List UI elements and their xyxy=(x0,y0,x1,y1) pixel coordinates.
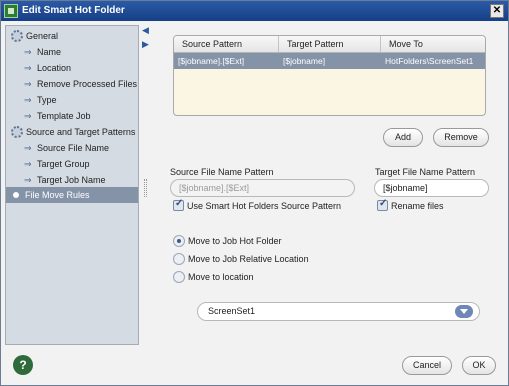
tree-item-general[interactable]: General xyxy=(6,28,138,44)
source-pattern-label: Source File Name Pattern xyxy=(170,167,274,177)
use-smart-source-pattern-checkbox[interactable] xyxy=(173,198,184,211)
arrow-right-icon: ⇒ xyxy=(24,79,32,89)
splitter-grip[interactable] xyxy=(144,179,147,197)
title-bar: Edit Smart Hot Folder ✕ xyxy=(1,1,508,21)
tree-item-file-move-rules[interactable]: File Move Rules xyxy=(6,187,138,203)
arrow-right-icon: ⇒ xyxy=(24,95,32,105)
expand-right-icon[interactable]: ▶ xyxy=(142,37,152,51)
source-pattern-input[interactable]: [$jobname].[$Ext] xyxy=(170,179,355,197)
table-cell: [$jobname].[$Ext] xyxy=(178,56,245,66)
tree-item-name[interactable]: ⇒ Name xyxy=(6,44,138,60)
tree-item-source-file-name[interactable]: ⇒ Source File Name xyxy=(6,140,138,156)
tree-item-label: Target Job Name xyxy=(37,175,106,185)
close-button[interactable]: ✕ xyxy=(490,4,504,18)
move-to-job-hot-folder-radio[interactable] xyxy=(173,235,185,247)
tree-item-label: Type xyxy=(37,95,57,105)
tree-item-label: Source File Name xyxy=(37,143,110,153)
arrow-right-icon: ⇒ xyxy=(24,143,32,153)
table-row[interactable]: [$jobname].[$Ext] [$jobname] HotFolders\… xyxy=(174,53,485,69)
move-to-job-relative-location-label: Move to Job Relative Location xyxy=(188,254,309,264)
add-button[interactable]: Add xyxy=(383,128,423,147)
settings-tree: General ⇒ Name ⇒ Location ⇒ Remove Proce… xyxy=(5,25,139,345)
tree-item-label: Remove Processed Files xyxy=(37,79,138,89)
chevron-down-icon[interactable] xyxy=(455,305,473,318)
tree-item-label: General xyxy=(26,31,59,41)
tree-item-label: Name xyxy=(37,47,62,57)
gear-icon xyxy=(11,30,23,42)
cancel-button[interactable]: Cancel xyxy=(402,356,452,375)
collapse-left-icon[interactable]: ◀ xyxy=(142,23,152,37)
tree-item-target-job-name[interactable]: ⇒ Target Job Name xyxy=(6,172,138,188)
arrow-right-icon: ⇒ xyxy=(24,159,32,169)
target-pattern-label: Target File Name Pattern xyxy=(375,167,476,177)
table-cell: HotFolders\ScreenSet1 xyxy=(385,56,474,66)
rename-files-label: Rename files xyxy=(391,201,444,211)
target-pattern-input[interactable]: [$jobname] xyxy=(374,179,489,197)
location-select[interactable]: ScreenSet1 xyxy=(197,302,480,321)
column-header-source-pattern[interactable]: Source Pattern xyxy=(174,36,279,53)
move-to-job-relative-location-radio[interactable] xyxy=(173,253,185,265)
column-header-move-to[interactable]: Move To xyxy=(381,36,485,53)
window-title: Edit Smart Hot Folder xyxy=(22,5,125,16)
use-smart-source-pattern-label: Use Smart Hot Folders Source Pattern xyxy=(187,201,342,211)
help-icon[interactable]: ? xyxy=(13,355,33,375)
remove-button[interactable]: Remove xyxy=(433,128,489,147)
rules-table: Source Pattern Target Pattern Move To [$… xyxy=(173,35,486,116)
tree-item-target-group[interactable]: ⇒ Target Group xyxy=(6,156,138,172)
tree-item-source-and-target-patterns[interactable]: Source and Target Patterns xyxy=(6,124,138,140)
gear-icon xyxy=(11,126,23,138)
tree-item-remove-processed-files[interactable]: ⇒ Remove Processed Files xyxy=(6,76,138,92)
edit-smart-hot-folder-dialog: Edit Smart Hot Folder ✕ General ⇒ Name ⇒… xyxy=(0,0,509,386)
tree-item-label: File Move Rules xyxy=(25,190,90,200)
app-icon xyxy=(4,4,18,18)
tree-item-type[interactable]: ⇒ Type xyxy=(6,92,138,108)
tree-item-label: Location xyxy=(37,63,72,73)
tree-item-label: Source and Target Patterns xyxy=(26,127,136,137)
panel-arrows: ◀ ▶ xyxy=(142,23,152,51)
tree-item-location[interactable]: ⇒ Location xyxy=(6,60,138,76)
move-to-job-hot-folder-label: Move to Job Hot Folder xyxy=(188,236,282,246)
tree-item-template-job[interactable]: ⇒ Template Job xyxy=(6,108,138,124)
column-header-target-pattern[interactable]: Target Pattern xyxy=(279,36,381,53)
rename-files-checkbox[interactable] xyxy=(377,198,388,211)
arrow-right-icon: ⇒ xyxy=(24,175,32,185)
ok-button[interactable]: OK xyxy=(462,356,496,375)
arrow-right-icon: ⇒ xyxy=(24,47,32,57)
arrow-right-icon: ⇒ xyxy=(24,63,32,73)
bullet-icon xyxy=(13,192,19,198)
move-to-location-radio[interactable] xyxy=(173,271,185,283)
arrow-right-icon: ⇒ xyxy=(24,111,32,121)
tree-item-label: Target Group xyxy=(37,159,90,169)
move-to-location-label: Move to location xyxy=(188,272,254,282)
tree-item-label: Template Job xyxy=(37,111,91,121)
location-select-value: ScreenSet1 xyxy=(208,306,256,316)
table-cell: [$jobname] xyxy=(283,56,326,66)
